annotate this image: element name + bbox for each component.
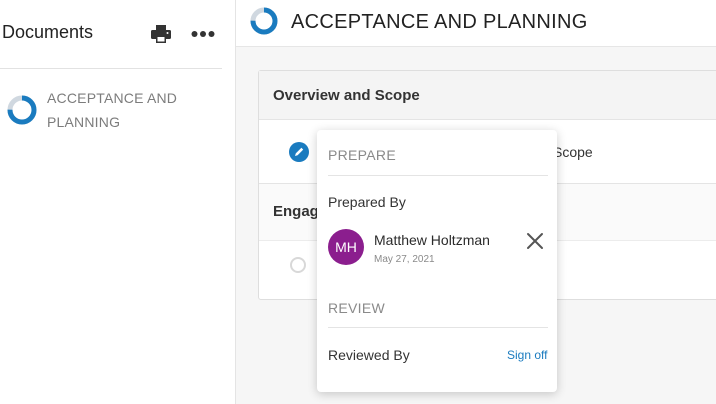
sign-off-link[interactable]: Sign off [507, 348, 547, 362]
prepared-by-label: Prepared By [328, 194, 406, 210]
list-item-label: Scope [553, 144, 593, 160]
prepared-date: May 27, 2021 [374, 254, 435, 265]
sidebar-divider [0, 68, 222, 69]
pencil-edit-icon[interactable] [289, 142, 309, 162]
divider [328, 175, 548, 176]
page-title: ACCEPTANCE AND PLANNING [291, 11, 588, 33]
divider [328, 327, 548, 328]
signoff-popover: PREPARE Prepared By MH Matthew Holtzman … [317, 130, 557, 392]
section-title: Overview and Scope [273, 87, 420, 104]
reviewed-by-label: Reviewed By [328, 347, 410, 363]
section-title: Engag [273, 203, 319, 220]
sidebar-item-label: ACCEPTANCE AND PLANNING [47, 90, 178, 130]
preparer-name: Matthew Holtzman [374, 232, 490, 248]
print-icon[interactable] [151, 25, 171, 43]
section-header-overview[interactable]: Overview and Scope [259, 71, 716, 120]
avatar: MH [328, 229, 364, 265]
sidebar-title: Documents [2, 22, 94, 42]
sidebar-item-acceptance-and-planning[interactable]: ACCEPTANCE AND PLANNING [7, 86, 217, 132]
sidebar: Documents ACCEPTANCE AND PLANNING [0, 0, 236, 404]
status-circle-icon [290, 257, 306, 273]
progress-ring-icon [250, 7, 278, 35]
prepare-section-title: PREPARE [328, 147, 396, 163]
more-horizontal-icon[interactable] [191, 30, 215, 38]
progress-ring-icon [7, 95, 37, 125]
main-header: ACCEPTANCE AND PLANNING [236, 0, 716, 47]
review-section-title: REVIEW [328, 300, 386, 316]
close-icon[interactable] [526, 232, 544, 250]
